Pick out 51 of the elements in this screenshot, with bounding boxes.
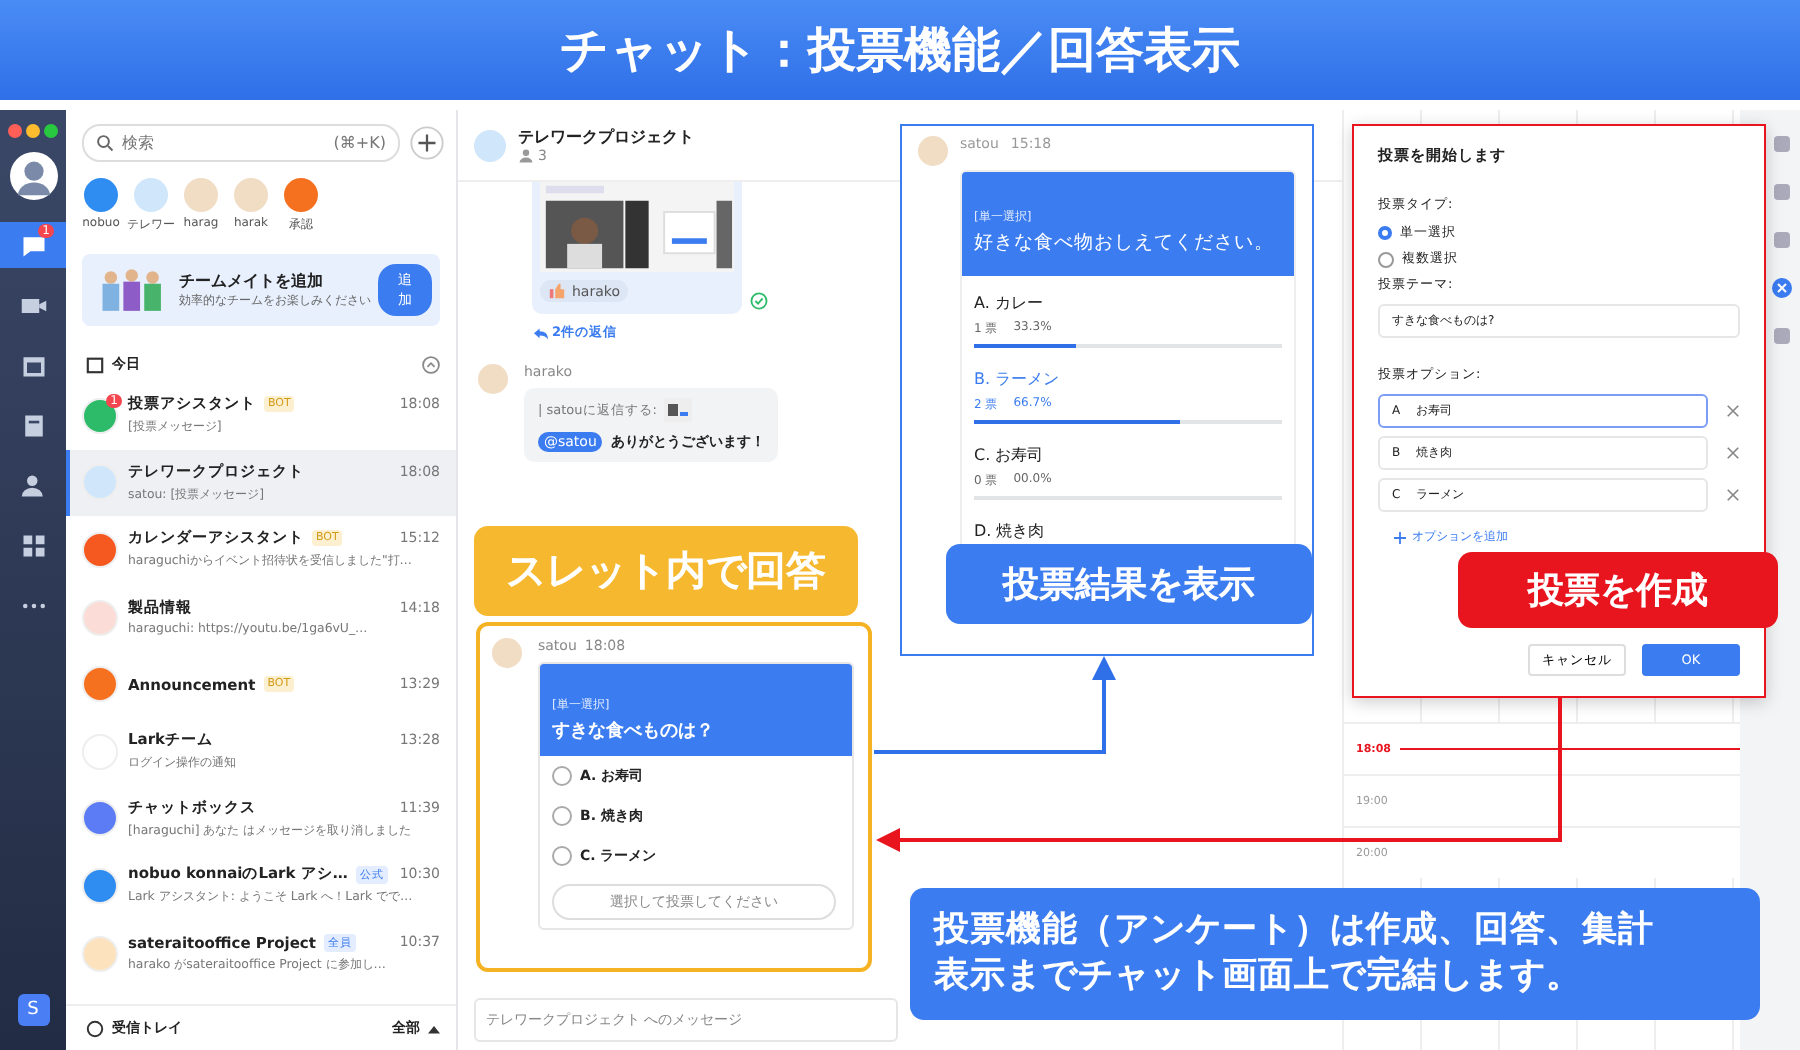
add-icon[interactable] [410,126,444,160]
chat-icon [19,231,47,259]
thumbs-up-icon [548,282,566,300]
remove-icon[interactable] [1726,446,1740,460]
apps-icon [19,531,47,559]
tool-icon[interactable] [1772,230,1792,250]
group-avatar-icon [474,129,506,161]
poll-option: C. お寿司 [974,444,1282,466]
search-icon [96,134,114,152]
search-field[interactable]: 検索 (⌘+K) [82,124,400,162]
poll-option: A. カレー [974,292,1282,314]
calendar-icon [19,351,47,379]
callout-label: 投票を作成 [1458,552,1778,628]
poll-question: 好きな食べ物おしえてください。 [974,230,1276,256]
caret-icon[interactable] [428,1023,440,1033]
members-icon [518,148,534,164]
avatar-icon [918,136,948,166]
tool-icon[interactable] [1772,182,1792,202]
zoom-window-icon[interactable] [44,124,58,138]
remove-icon[interactable] [1726,488,1740,502]
contacts-icon [19,471,47,499]
image-thumbnail-icon [664,398,693,422]
inbox-icon [86,1019,104,1037]
banner-title: チャット：投票機能／回答表示 [560,20,1240,82]
minimize-window-icon[interactable] [26,124,40,138]
poll-option: B. ラーメン [974,368,1282,390]
docs-icon [19,411,47,439]
calendar-icon [86,355,104,373]
callout-text: 投票機能（アンケート）は作成、回答、集計 [934,908,1654,954]
account-button[interactable]: S [17,994,49,1026]
collapse-icon[interactable] [422,355,440,373]
plus-icon [1394,531,1406,543]
tool-icon[interactable] [1772,134,1792,154]
callout-label: 投票結果を表示 [946,544,1312,624]
chat-title: テレワークプロジェクト [518,126,694,148]
callout-text: 表示までチャット画面上で完結します。 [934,954,1582,1000]
remove-icon[interactable] [1726,404,1740,418]
avatar-icon [478,364,508,394]
tool-icon[interactable] [1772,326,1792,346]
read-check-icon [750,292,768,310]
reply-icon [534,327,548,339]
poll-question: すきな食べものは？ [552,719,716,744]
invite-title: チームメイトを追加 [179,270,326,292]
callout-label: スレット内で回答 [474,526,858,616]
user-avatar-icon[interactable] [9,152,57,200]
avatar-icon [492,638,522,668]
close-window-icon[interactable] [8,124,22,138]
radio-button[interactable] [1378,226,1392,240]
poll-option: D. 焼き肉 [974,520,1282,542]
radio-button[interactable] [1378,251,1394,267]
close-icon[interactable] [1772,278,1792,298]
